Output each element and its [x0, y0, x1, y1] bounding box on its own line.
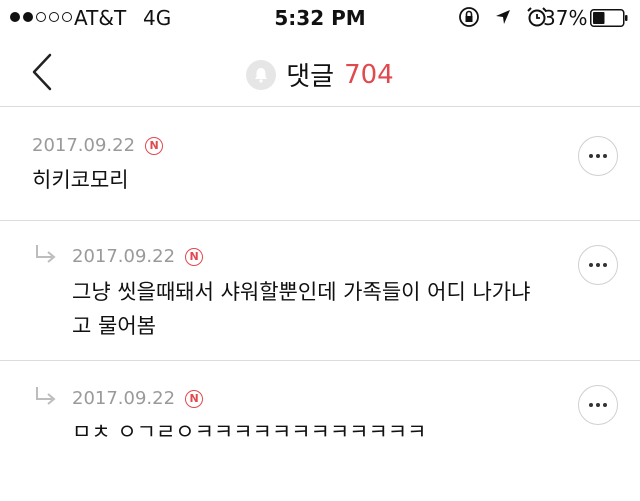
more-dot [589, 263, 593, 267]
comment-text-line: 그냥 씻을때돼서 샤워할뿐인데 가족들이 어디 나가냐 [72, 280, 531, 304]
orientation-lock-icon [459, 7, 479, 27]
battery-icon [590, 9, 628, 27]
more-dot [603, 403, 607, 407]
more-dot [603, 263, 607, 267]
comment-meta: 2017.09.22 N [72, 246, 204, 267]
new-badge: N [185, 247, 204, 266]
status-icons [458, 6, 548, 28]
comment-meta: 2017.09.22 N [72, 388, 204, 409]
more-options-button[interactable] [578, 245, 618, 285]
title-label: 댓글 [286, 62, 335, 92]
comment-meta: 2017.09.22 N [32, 135, 164, 156]
reply-arrow-icon [36, 245, 56, 263]
reply-comment-item: 2017.09.22 N 그냥 씻을때돼서 샤워할뿐인데 가족들이 어디 나가냐… [0, 221, 640, 361]
more-dot [589, 403, 593, 407]
more-dot [596, 403, 600, 407]
reply-comment-item: 2017.09.22 N ㅁㅊ ㅇㄱㄹㅇㅋㅋㅋㅋㅋㅋㅋㅋㅋㅋㅋㅋ [0, 361, 640, 501]
comment-date: 2017.09.22 [72, 246, 176, 267]
nav-bar: 댓글 704 [0, 38, 640, 107]
page-title: 댓글 704 [0, 56, 640, 93]
comment-text: ㅁㅊ ㅇㄱㄹㅇㅋㅋㅋㅋㅋㅋㅋㅋㅋㅋㅋㅋ [72, 415, 426, 449]
bell-icon [246, 59, 277, 90]
comment-date: 2017.09.22 [32, 135, 136, 156]
more-options-button[interactable] [578, 385, 618, 425]
location-arrow-icon [496, 10, 510, 24]
comment-text: 히키코모리 [32, 163, 129, 197]
reply-arrow-icon [36, 387, 56, 405]
new-badge: N [185, 389, 204, 408]
comment-item: 2017.09.22 N 히키코모리 [0, 107, 640, 221]
more-dot [589, 154, 593, 158]
status-bar: AT&T 4G 5:32 PM 37% [0, 0, 640, 38]
comment-text-line: ㅁㅊ ㅇㄱㄹㅇㅋㅋㅋㅋㅋㅋㅋㅋㅋㅋㅋㅋ [72, 420, 427, 444]
comment-date: 2017.09.22 [72, 388, 176, 409]
comment-count: 704 [344, 59, 394, 90]
more-options-button[interactable] [578, 136, 618, 176]
more-dot [596, 263, 600, 267]
comment-text-line: 히키코모리 [32, 168, 129, 192]
battery-percent: 37% [543, 6, 588, 30]
comment-text: 그냥 씻을때돼서 샤워할뿐인데 가족들이 어디 나가냐 고 물어봄 [72, 275, 530, 343]
new-badge: N [145, 136, 164, 155]
comment-text-line: 고 물어봄 [72, 314, 156, 338]
more-dot [596, 154, 600, 158]
more-dot [603, 154, 607, 158]
